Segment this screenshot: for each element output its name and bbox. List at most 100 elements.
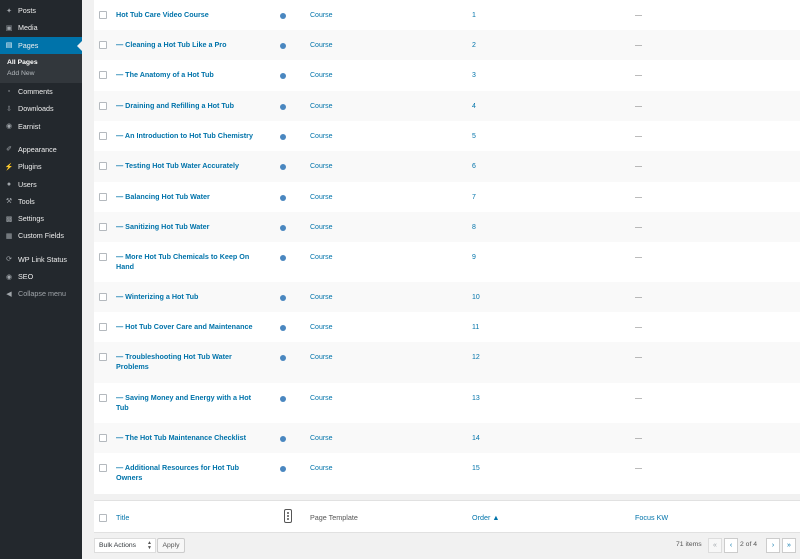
last-page-button[interactable]: » xyxy=(782,538,796,553)
row-checkbox[interactable] xyxy=(99,193,107,201)
menu-posts[interactable]: ✦ Posts xyxy=(0,2,82,19)
order-value[interactable]: 11 xyxy=(472,324,479,331)
page-title-link[interactable]: — Additional Resources for Hot Tub Owner… xyxy=(116,463,261,483)
table-footer-header: Title Page Template Order ▲ Focus KW xyxy=(94,500,800,533)
row-checkbox[interactable] xyxy=(99,132,107,140)
page-template-value[interactable]: Course xyxy=(310,42,333,49)
select-all-checkbox[interactable] xyxy=(99,514,107,522)
order-value[interactable]: 4 xyxy=(472,103,476,110)
row-checkbox[interactable] xyxy=(99,323,107,331)
row-checkbox[interactable] xyxy=(99,293,107,301)
row-checkbox[interactable] xyxy=(99,464,107,472)
row-checkbox[interactable] xyxy=(99,71,107,79)
order-value[interactable]: 2 xyxy=(472,42,476,49)
row-checkbox[interactable] xyxy=(99,434,107,442)
page-template-value[interactable]: Course xyxy=(310,12,333,19)
order-value[interactable]: 7 xyxy=(472,194,476,201)
focus-kw-value: — xyxy=(635,354,642,361)
page-title-link[interactable]: — More Hot Tub Chemicals to Keep On Hand xyxy=(116,252,261,272)
page-title-link[interactable]: — Winterizing a Hot Tub xyxy=(116,292,261,302)
bulk-actions-select[interactable]: Bulk Actions ▲ ▼ xyxy=(94,538,156,553)
menu-appearance[interactable]: ✐ Appearance xyxy=(0,141,82,158)
page-template-value[interactable]: Course xyxy=(310,395,333,402)
column-title[interactable]: Title xyxy=(116,513,129,522)
apply-button[interactable]: Apply xyxy=(157,538,185,553)
page-template-value[interactable]: Course xyxy=(310,194,333,201)
order-value[interactable]: 15 xyxy=(472,465,480,472)
page-title-link[interactable]: — The Anatomy of a Hot Tub xyxy=(116,70,261,80)
menu-settings[interactable]: ▩ Settings xyxy=(0,210,82,227)
page-template-value[interactable]: Course xyxy=(310,294,333,301)
page-title-link[interactable]: — Testing Hot Tub Water Accurately xyxy=(116,161,261,171)
focus-kw-value: — xyxy=(635,12,642,19)
order-value[interactable]: 10 xyxy=(472,294,480,301)
menu-earnist[interactable]: ◉ Earnist xyxy=(0,117,82,134)
prev-page-button[interactable]: ‹ xyxy=(724,538,738,553)
menu-comments[interactable]: ▫ Comments xyxy=(0,83,82,100)
row-checkbox[interactable] xyxy=(99,253,107,261)
seo-status-dot xyxy=(280,325,286,331)
page-template-value[interactable]: Course xyxy=(310,133,333,140)
order-value[interactable]: 1 xyxy=(472,12,476,19)
menu-custom-fields[interactable]: ▦ Custom Fields xyxy=(0,227,82,244)
seo-status-dot xyxy=(280,466,286,472)
order-value[interactable]: 14 xyxy=(472,435,480,442)
submenu-all-pages[interactable]: All Pages xyxy=(0,57,82,68)
page-title-link[interactable]: — Sanitizing Hot Tub Water xyxy=(116,222,261,232)
column-order[interactable]: Order ▲ xyxy=(472,513,499,522)
row-checkbox[interactable] xyxy=(99,394,107,402)
menu-plugins[interactable]: ⚡ Plugins xyxy=(0,158,82,175)
order-value[interactable]: 12 xyxy=(472,354,480,361)
menu-pages[interactable]: ▤ Pages xyxy=(0,36,82,54)
row-checkbox[interactable] xyxy=(99,102,107,110)
page-template-value[interactable]: Course xyxy=(310,465,333,472)
seo-score-column-icon xyxy=(284,509,292,523)
pages-icon: ▤ xyxy=(5,42,13,50)
page-template-value[interactable]: Course xyxy=(310,324,333,331)
order-value[interactable]: 9 xyxy=(472,254,476,261)
order-value[interactable]: 8 xyxy=(472,224,476,231)
page-template-value[interactable]: Course xyxy=(310,103,333,110)
seo-status-dot xyxy=(280,43,286,49)
seo-status-dot xyxy=(280,295,286,301)
row-checkbox[interactable] xyxy=(99,162,107,170)
page-title-link[interactable]: — Cleaning a Hot Tub Like a Pro xyxy=(116,40,261,50)
seo-status-dot xyxy=(280,104,286,110)
page-title-link[interactable]: Hot Tub Care Video Course xyxy=(116,10,261,20)
menu-seo[interactable]: ◉ SEO xyxy=(0,268,82,285)
page-title-link[interactable]: — Troubleshooting Hot Tub Water Problems xyxy=(116,352,261,372)
order-value[interactable]: 13 xyxy=(472,395,480,402)
menu-users[interactable]: ● Users xyxy=(0,175,82,192)
page-title-link[interactable]: — An Introduction to Hot Tub Chemistry xyxy=(116,131,261,141)
page-template-value[interactable]: Course xyxy=(310,224,333,231)
order-value[interactable]: 3 xyxy=(472,72,476,79)
table-row: — The Hot Tub Maintenance Checklist Cours… xyxy=(94,423,800,453)
menu-collapse[interactable]: ◀ Collapse menu xyxy=(0,285,82,302)
row-checkbox[interactable] xyxy=(99,223,107,231)
focus-kw-value: — xyxy=(635,194,642,201)
column-focus-kw[interactable]: Focus KW xyxy=(635,513,668,522)
menu-tools[interactable]: ⚒ Tools xyxy=(0,193,82,210)
next-page-button[interactable]: › xyxy=(766,538,780,553)
page-template-value[interactable]: Course xyxy=(310,72,333,79)
row-checkbox[interactable] xyxy=(99,353,107,361)
page-title-link[interactable]: — The Hot Tub Maintenance Checklist xyxy=(116,433,261,443)
page-title-link[interactable]: — Saving Money and Energy with a Hot Tub xyxy=(116,393,261,413)
menu-media[interactable]: ▣ Media xyxy=(0,19,82,36)
page-title-link[interactable]: — Balancing Hot Tub Water xyxy=(116,192,261,202)
first-page-button[interactable]: « xyxy=(708,538,722,553)
menu-wp-link-status[interactable]: ⟳ WP Link Status xyxy=(0,251,82,268)
order-value[interactable]: 5 xyxy=(472,133,476,140)
page-template-value[interactable]: Course xyxy=(310,163,333,170)
row-checkbox[interactable] xyxy=(99,11,107,19)
page-template-value[interactable]: Course xyxy=(310,254,333,261)
page-template-value[interactable]: Course xyxy=(310,354,333,361)
page-title-link[interactable]: — Draining and Refilling a Hot Tub xyxy=(116,101,261,111)
order-value[interactable]: 6 xyxy=(472,163,476,170)
bottom-tablenav: Bulk Actions ▲ ▼ Apply 71 items « ‹ 2 of … xyxy=(94,537,800,555)
page-title-link[interactable]: — Hot Tub Cover Care and Maintenance xyxy=(116,322,261,332)
submenu-add-new[interactable]: Add New xyxy=(0,68,82,79)
row-checkbox[interactable] xyxy=(99,41,107,49)
menu-downloads[interactable]: ⇩ Downloads xyxy=(0,100,82,117)
page-template-value[interactable]: Course xyxy=(310,435,333,442)
